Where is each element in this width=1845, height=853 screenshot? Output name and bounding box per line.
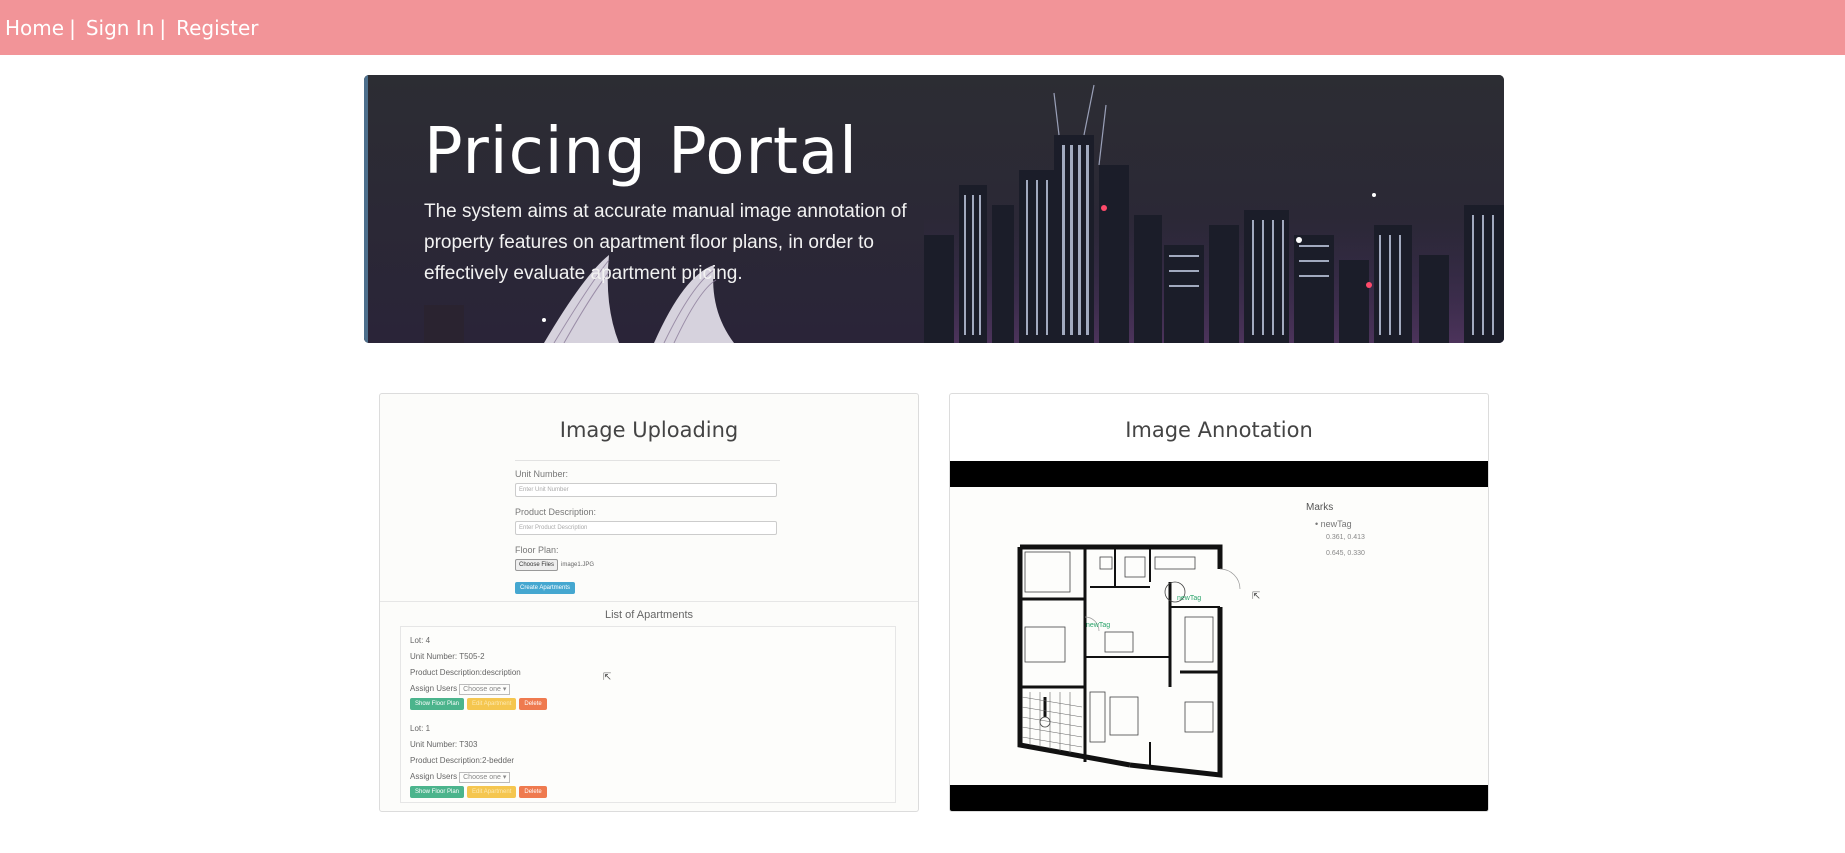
chosen-file-name: image1.JPG xyxy=(561,562,595,568)
apartment-lot: Lot: 1 xyxy=(410,724,431,733)
unit-number-label: Unit Number: xyxy=(515,469,569,479)
image-annotation-card: Image Annotation newTag newTag Marks • n… xyxy=(949,393,1489,812)
show-floor-plan-button[interactable]: Show Floor Plan xyxy=(410,698,465,710)
top-navbar: Home | Sign In | Register xyxy=(0,0,1845,55)
apartment-description: Product Description:description xyxy=(410,668,521,677)
assign-users-row: Assign Users Choose one ▾ xyxy=(410,769,886,785)
apartment-actions: Show Floor Plan Edit Apartment Delete xyxy=(410,786,886,798)
mouse-cursor-icon: ⇱ xyxy=(1252,591,1261,602)
image-uploading-card: Image Uploading Unit Number: Enter Unit … xyxy=(379,393,919,812)
annotation-tag-label[interactable]: newTag xyxy=(1177,595,1201,602)
page-title: Pricing Portal xyxy=(424,115,858,189)
annotation-canvas[interactable]: newTag newTag Marks • newTag 0.361, 0.41… xyxy=(950,461,1489,811)
product-description-label: Product Description: xyxy=(515,507,597,517)
nav-register-link[interactable]: Register xyxy=(176,16,258,40)
image-uploading-title: Image Uploading xyxy=(559,418,739,442)
mark-item[interactable]: • newTag xyxy=(1315,519,1365,529)
delete-button[interactable]: Delete xyxy=(519,698,547,710)
assign-users-select[interactable]: Choose one ▾ xyxy=(459,684,511,695)
mark-name: newTag xyxy=(1320,519,1352,529)
hero-accent-bar xyxy=(364,75,368,343)
edit-apartment-button[interactable]: Edit Apartment xyxy=(467,698,517,710)
nav-separator: | xyxy=(159,15,167,40)
nav-separator: | xyxy=(69,15,76,40)
annotation-image-area[interactable]: newTag newTag Marks • newTag 0.361, 0.41… xyxy=(950,487,1489,785)
create-apartments-button[interactable]: Create Apartments xyxy=(515,582,576,594)
section-divider xyxy=(380,601,918,602)
unit-number-input[interactable]: Enter Unit Number xyxy=(515,483,777,497)
nav-sign-in-link[interactable]: Sign In xyxy=(86,16,155,40)
mark-coordinate: 0.645, 0.330 xyxy=(1326,550,1365,557)
annotation-tag-label[interactable]: newTag xyxy=(1086,622,1110,629)
list-item: Lot: 1 Unit Number: T303 Product Descrip… xyxy=(410,721,886,798)
list-of-apartments-title: List of Apartments xyxy=(604,609,694,621)
delete-button[interactable]: Delete xyxy=(519,786,547,798)
assign-users-label: Assign Users xyxy=(410,772,458,781)
choose-files-button[interactable]: Choose Files xyxy=(515,559,559,571)
upload-form: Unit Number: Enter Unit Number Product D… xyxy=(515,460,780,594)
nav-home-link[interactable]: Home xyxy=(5,16,64,40)
assign-users-select-value: Choose one xyxy=(463,686,501,693)
hero-description: The system aims at accurate manual image… xyxy=(424,201,907,284)
floor-plan-image[interactable] xyxy=(950,487,1489,785)
image-annotation-title: Image Annotation xyxy=(1125,418,1313,442)
assign-users-select-value: Choose one xyxy=(463,774,501,781)
apartment-actions: Show Floor Plan Edit Apartment Delete xyxy=(410,698,886,710)
floor-plan-label: Floor Plan: xyxy=(515,545,559,555)
mouse-cursor-icon: ⇱ xyxy=(603,672,612,683)
assign-users-row: Assign Users Choose one ▾ xyxy=(410,681,886,697)
list-item: Lot: 4 Unit Number: T505-2 Product Descr… xyxy=(410,633,886,710)
apartment-list: Lot: 4 Unit Number: T505-2 Product Descr… xyxy=(400,626,896,803)
apartment-lot: Lot: 4 xyxy=(410,636,431,645)
apartment-unit-number: Unit Number: T505-2 xyxy=(410,652,485,661)
marks-panel: Marks • newTag 0.361, 0.413 0.645, 0.330 xyxy=(1306,502,1365,557)
file-picker: Choose Files image1.JPG xyxy=(515,559,780,571)
marks-title: Marks xyxy=(1306,502,1334,513)
edit-apartment-button[interactable]: Edit Apartment xyxy=(467,786,517,798)
assign-users-label: Assign Users xyxy=(410,684,458,693)
form-divider xyxy=(515,460,780,461)
apartment-unit-number: Unit Number: T303 xyxy=(410,740,478,749)
show-floor-plan-button[interactable]: Show Floor Plan xyxy=(410,786,465,798)
product-description-input[interactable]: Enter Product Description xyxy=(515,521,777,535)
mark-coordinate: 0.361, 0.413 xyxy=(1326,534,1365,541)
assign-users-select[interactable]: Choose one ▾ xyxy=(459,772,511,783)
apartment-description: Product Description:2-bedder xyxy=(410,756,515,765)
hero-banner: Pricing Portal The system aims at accura… xyxy=(364,75,1504,343)
